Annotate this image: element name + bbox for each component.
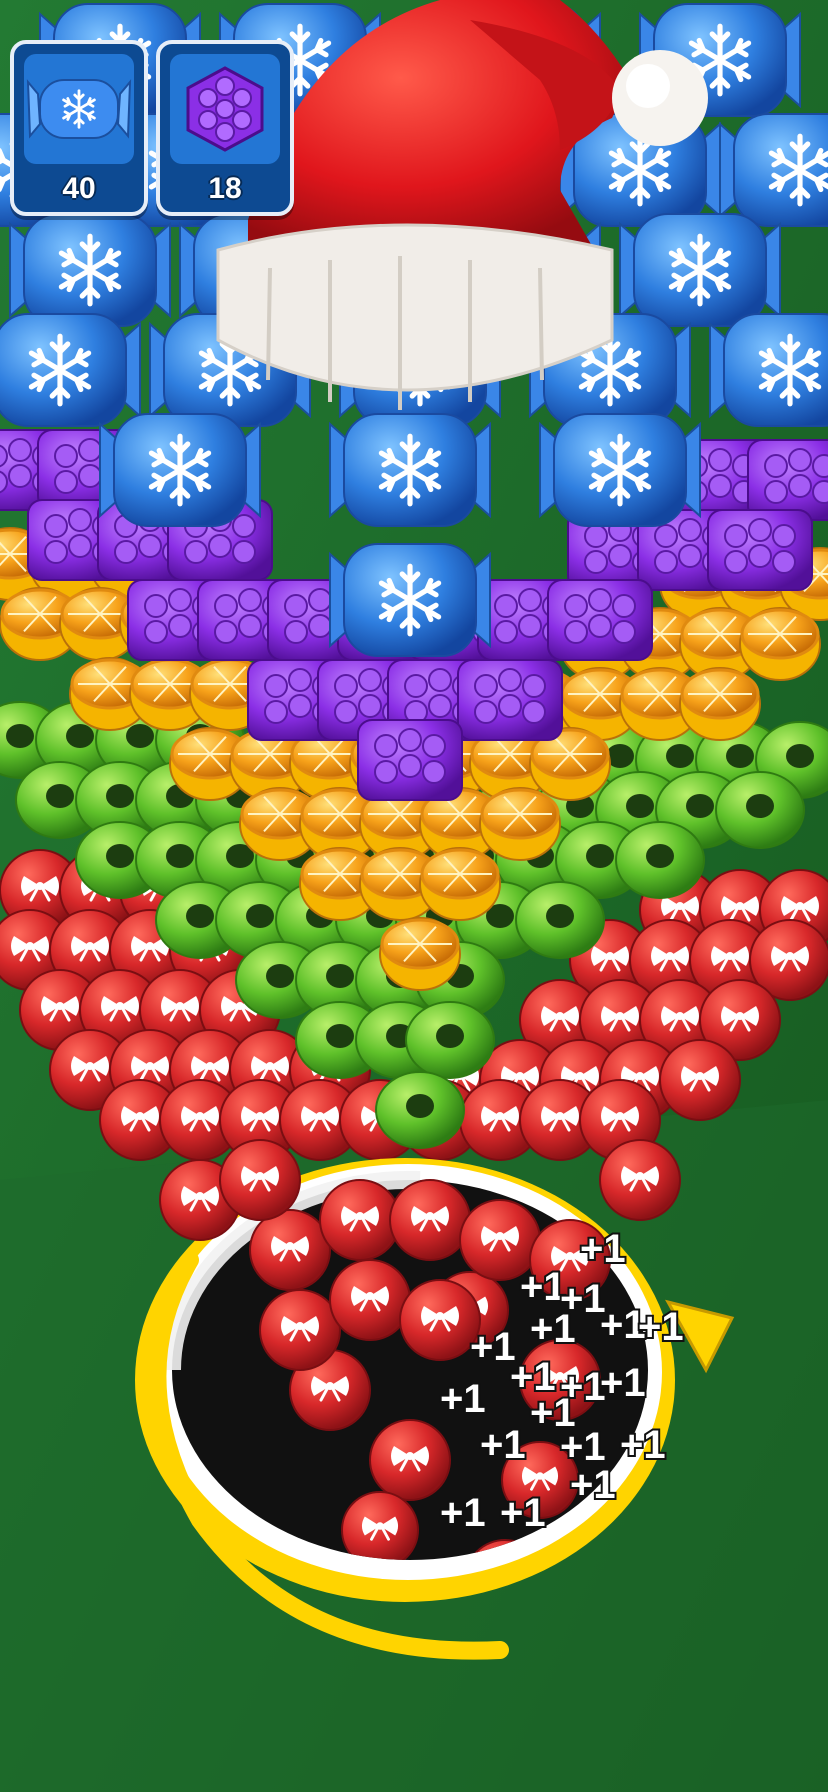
- purple-block: [357, 719, 463, 801]
- snowflake-candy: [9, 213, 171, 327]
- plus-one-popup: +1: [520, 1265, 566, 1309]
- purple-block: [707, 509, 813, 591]
- plus-one-popup: +1: [440, 1377, 486, 1421]
- plus-one-popup: +1: [480, 1423, 526, 1467]
- plus-one-popup: +1: [500, 1491, 546, 1535]
- red-bow-ball: [599, 1139, 681, 1221]
- green-donut: [615, 821, 705, 899]
- game-scene: +1+1+1+1+1 +1 +1+1 +1+1+1 +1+1 +1 +1+1 +1+1: [0, 0, 828, 1792]
- snowflake-candy: [329, 543, 491, 657]
- snowflake-candy: [329, 413, 491, 527]
- green-donut: [715, 771, 805, 849]
- plus-one-popup: +1: [638, 1305, 684, 1349]
- red-bow-ball: [259, 1289, 341, 1371]
- plus-one-popup: +1: [570, 1463, 616, 1507]
- plus-one-popup: +1: [580, 1227, 626, 1271]
- orange-slice: [379, 917, 461, 991]
- red-bow-ball: [389, 1179, 471, 1261]
- green-donut: [375, 1071, 465, 1149]
- green-donut: [515, 881, 605, 959]
- snowflake-candy: [619, 213, 781, 327]
- orange-slice: [419, 847, 501, 921]
- snowflake-candy: [0, 313, 141, 427]
- snowflake-candy: [709, 313, 828, 427]
- red-bow-ball: [319, 1179, 401, 1261]
- goal-panel-candy: 40: [10, 40, 148, 216]
- red-bow-ball: [369, 1419, 451, 1501]
- snowflake-candy: [539, 413, 701, 527]
- plus-one-popup: +1: [530, 1307, 576, 1351]
- plus-one-popup: +1: [620, 1423, 666, 1467]
- plus-one-popup: +1: [470, 1325, 516, 1369]
- snowflake-candy: [99, 413, 261, 527]
- purple-block: [547, 579, 653, 661]
- red-bow-ball: [659, 1039, 741, 1121]
- orange-slice: [679, 667, 761, 741]
- plus-one-popup: +1: [600, 1361, 646, 1405]
- goal-count-candy: 40: [62, 172, 96, 205]
- red-bow-ball: [399, 1279, 481, 1361]
- orange-slice: [739, 607, 821, 681]
- red-bow-ball: [219, 1139, 301, 1221]
- red-bow-ball: [329, 1259, 411, 1341]
- purple-block: [457, 659, 563, 741]
- orange-slice: [479, 787, 561, 861]
- goal-panel-block: 18: [156, 40, 294, 216]
- purple-block: [747, 439, 828, 521]
- plus-one-popup: +1: [440, 1491, 486, 1535]
- snowflake-candy-icon: [26, 79, 132, 139]
- goal-count-block: 18: [208, 172, 242, 205]
- purple-block-icon: [186, 66, 264, 152]
- green-donut: [405, 1001, 495, 1079]
- red-bow-ball: [249, 1209, 331, 1291]
